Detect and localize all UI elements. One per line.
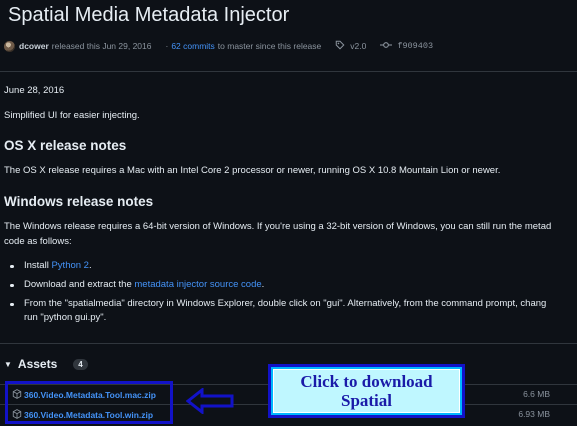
released-text: released this Jun 29, 2016 xyxy=(51,41,152,51)
python-link[interactable]: Python 2 xyxy=(51,260,89,271)
steps-list: Install Python 2. Download and extract t… xyxy=(4,259,546,325)
assets-toggle[interactable]: ▼ Assets 4 xyxy=(4,357,88,371)
arrow-left-icon xyxy=(186,388,234,414)
asset-size-win: 6.93 MB xyxy=(518,409,550,419)
assets-highlight-box xyxy=(5,381,173,424)
commits-suffix: to master since this release xyxy=(217,41,322,51)
commits-sep: · xyxy=(165,41,169,51)
annotation-callout: Click to download Spatial xyxy=(268,364,465,418)
windows-text-line1: The Windows release requires a 64-bit ve… xyxy=(4,221,552,232)
release-summary: Simplified UI for easier injecting. xyxy=(4,110,140,121)
list-item: Download and extract the metadata inject… xyxy=(4,278,546,292)
windows-text-line2: code as follows: xyxy=(4,236,72,247)
header-divider xyxy=(0,71,577,72)
assets-divider xyxy=(0,343,577,344)
author-link[interactable]: dcower xyxy=(19,41,49,51)
caret-down-icon: ▼ xyxy=(4,359,12,369)
tag-icon xyxy=(335,40,345,52)
assets-heading: Assets xyxy=(17,357,58,371)
source-code-link[interactable]: metadata injector source code xyxy=(134,279,261,290)
asset-size-mac: 6.6 MB xyxy=(523,389,550,399)
commit-hash-link[interactable]: f909403 xyxy=(397,41,433,51)
avatar[interactable] xyxy=(4,40,15,52)
release-date: June 28, 2016 xyxy=(4,85,65,96)
callout-line1: Click to download xyxy=(300,372,433,391)
osx-text: The OS X release requires a Mac with an … xyxy=(4,165,501,176)
assets-count-badge: 4 xyxy=(73,358,88,370)
list-item: Install Python 2. xyxy=(4,259,546,273)
osx-heading: OS X release notes xyxy=(4,138,127,153)
list-item: From the "spatialmedia" directory in Win… xyxy=(4,297,546,325)
commit-icon xyxy=(380,40,393,52)
callout-line2: Spatial xyxy=(340,391,393,410)
windows-heading: Windows release notes xyxy=(4,194,154,209)
release-title[interactable]: Spatial Media Metadata Injector xyxy=(8,4,289,27)
tag-link[interactable]: v2.0 xyxy=(350,41,366,51)
release-meta: dcower released this Jun 29, 2016 · 62 c… xyxy=(4,37,433,55)
commits-link[interactable]: 62 commits xyxy=(171,41,214,51)
